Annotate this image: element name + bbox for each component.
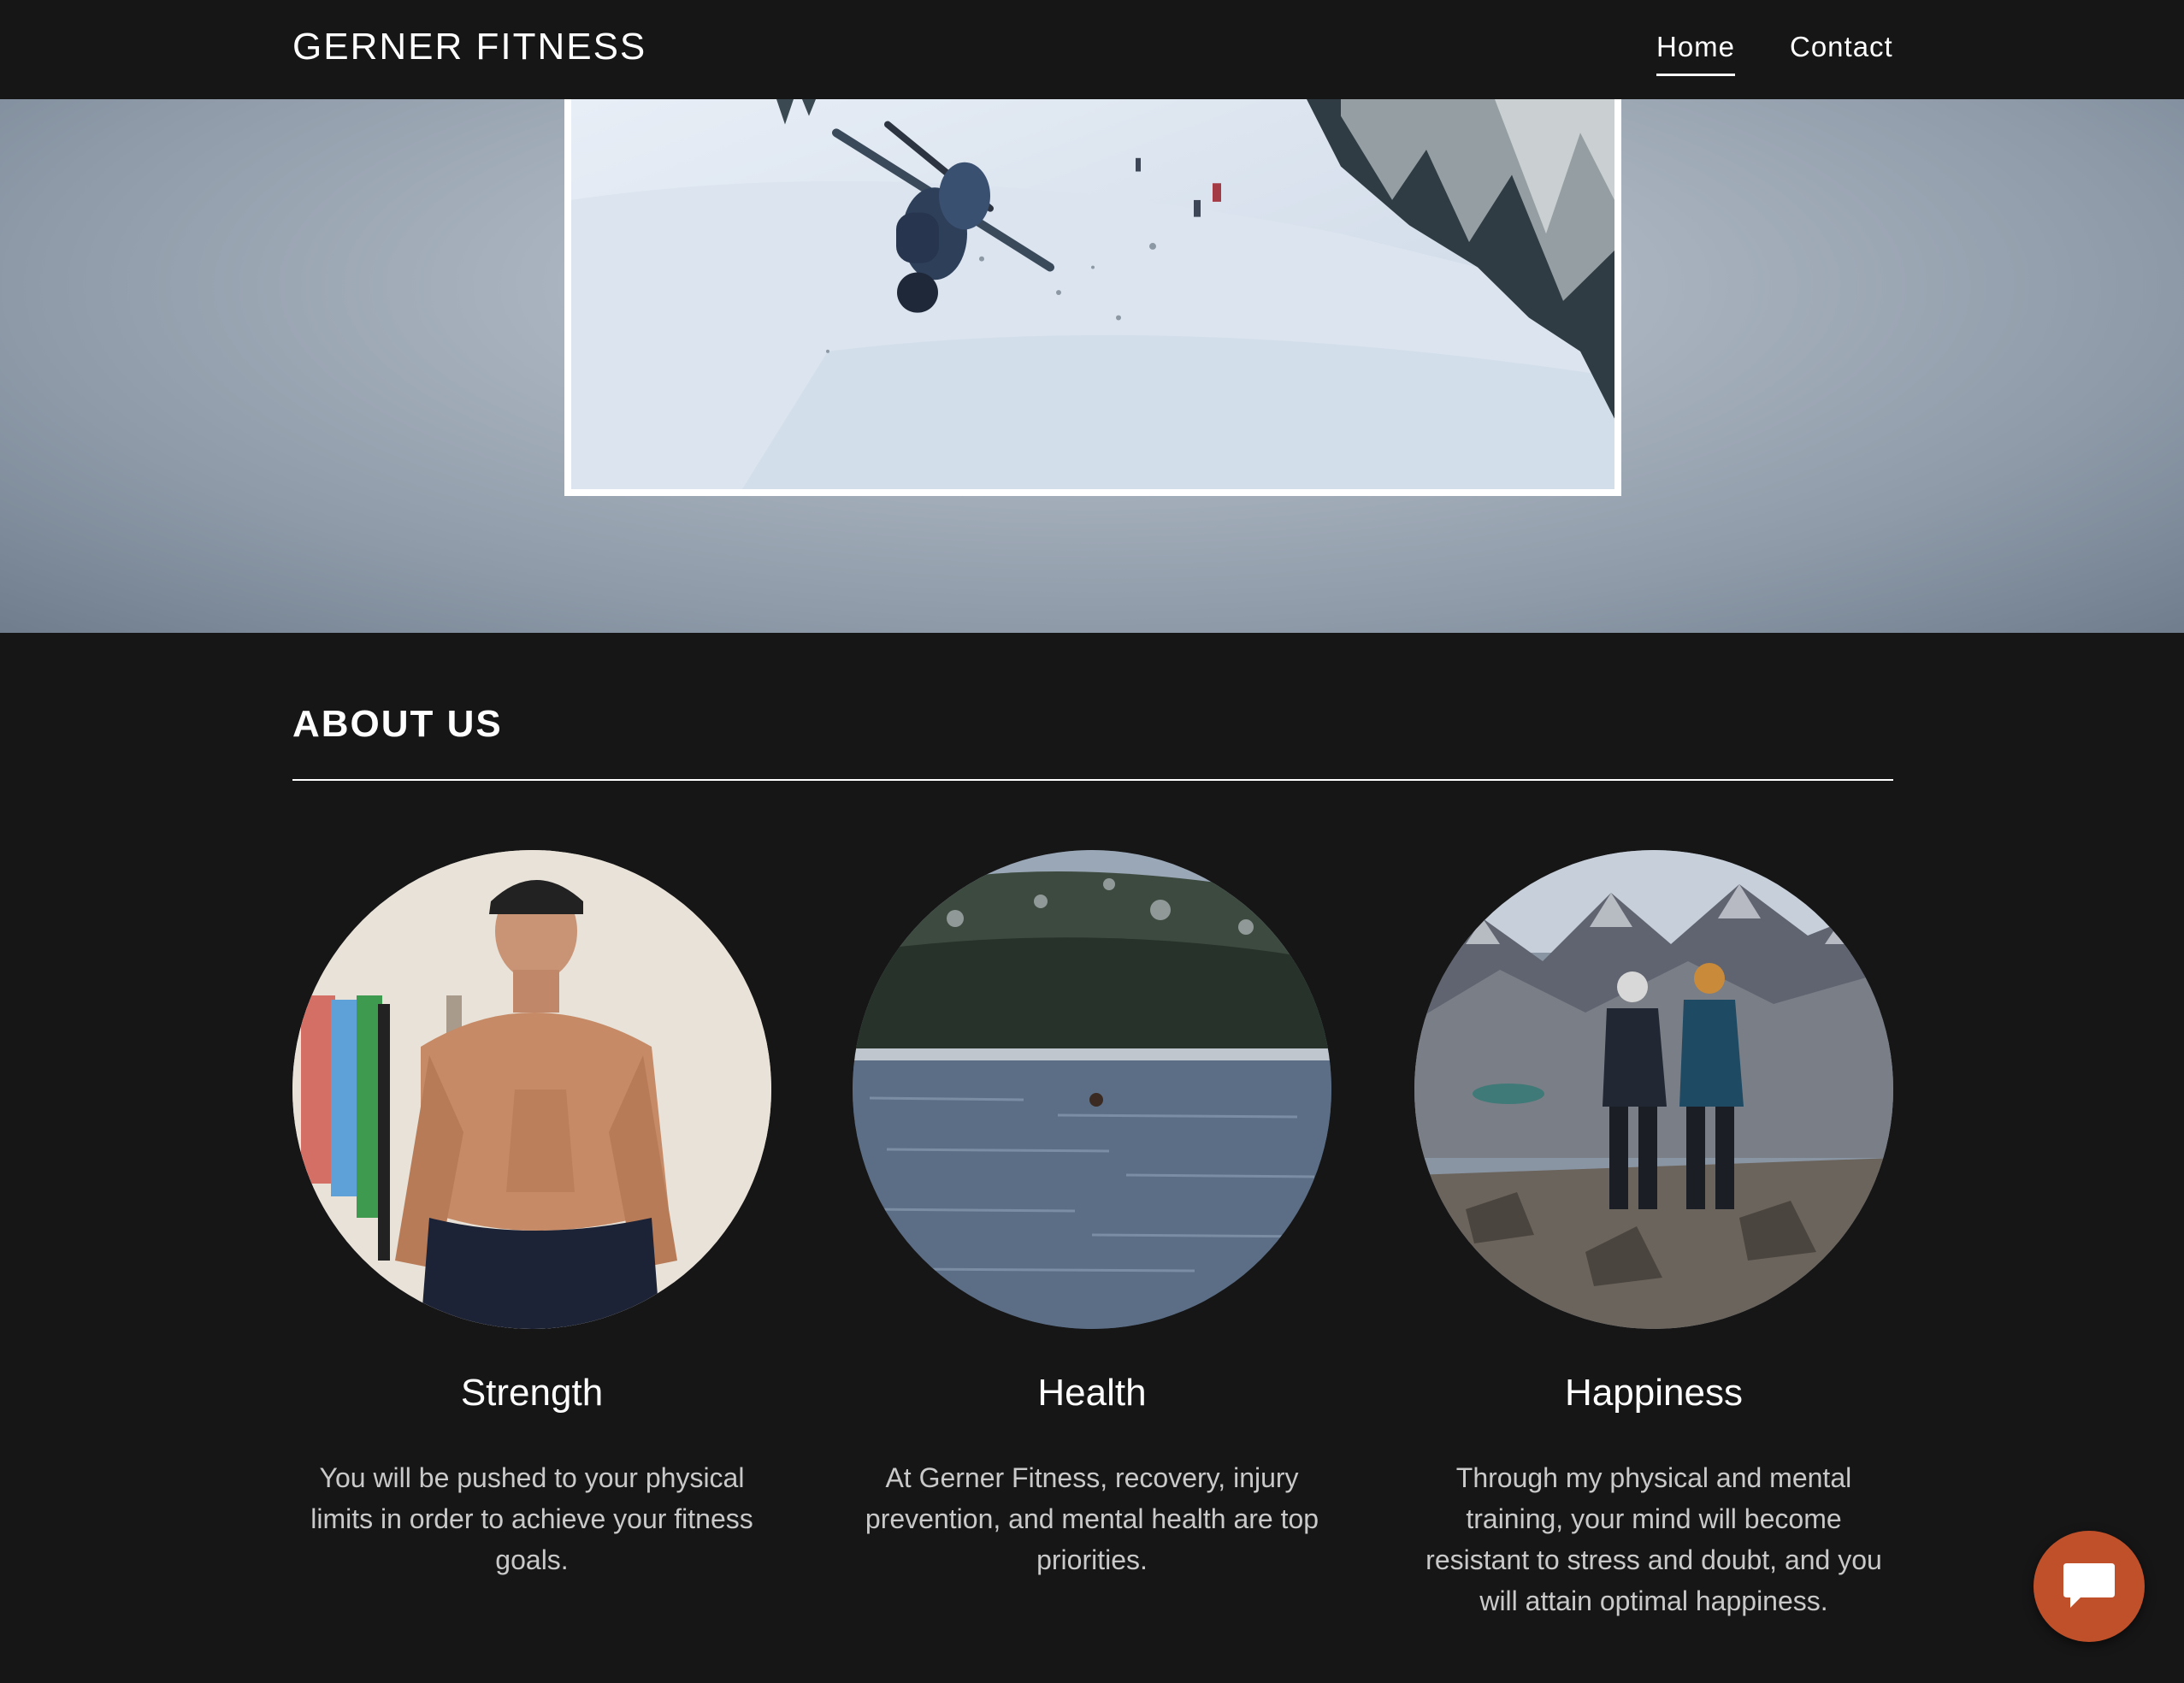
chat-widget-button[interactable]: [2033, 1531, 2145, 1642]
feature-title-happiness: Happiness: [1565, 1372, 1743, 1414]
about-heading: ABOUT US: [292, 703, 503, 745]
feature-strength: Strength You will be pushed to your phys…: [292, 850, 771, 1580]
mountain-hikers-photo: [1414, 850, 1893, 1329]
skier-backflip-image: [571, 99, 1614, 489]
nav-link-contact[interactable]: Contact: [1790, 31, 1893, 63]
page: GERNER FITNESS Home Contact ABOUT US Str…: [0, 0, 2184, 1683]
feature-text-health: At Gerner Fitness, recovery, injury prev…: [865, 1462, 1319, 1575]
feature-text-happiness: Through my physical and mental training,…: [1426, 1462, 1882, 1616]
shirtless-athlete-photo: [292, 850, 771, 1329]
chat-bubble-icon: [2063, 1563, 2115, 1608]
top-navbar: GERNER FITNESS Home Contact: [0, 0, 2184, 99]
feature-happiness: Happiness Through my physical and mental…: [1414, 850, 1893, 1621]
brand-logo-text[interactable]: GERNER FITNESS: [292, 26, 646, 68]
feature-title-strength: Strength: [460, 1372, 604, 1414]
feature-text-strength: You will be pushed to your physical limi…: [310, 1462, 753, 1575]
hero-video[interactable]: [564, 99, 1621, 496]
about-section: ABOUT US Strength You will be pushed to …: [0, 633, 2184, 1683]
nav-link-home[interactable]: Home: [1656, 31, 1736, 76]
hero-section: [0, 99, 2184, 633]
feature-title-health: Health: [1037, 1372, 1147, 1414]
mountain-lake-swim-photo: [853, 850, 1331, 1329]
feature-health: Health At Gerner Fitness, recovery, inju…: [853, 850, 1331, 1580]
about-divider: [292, 779, 1893, 781]
